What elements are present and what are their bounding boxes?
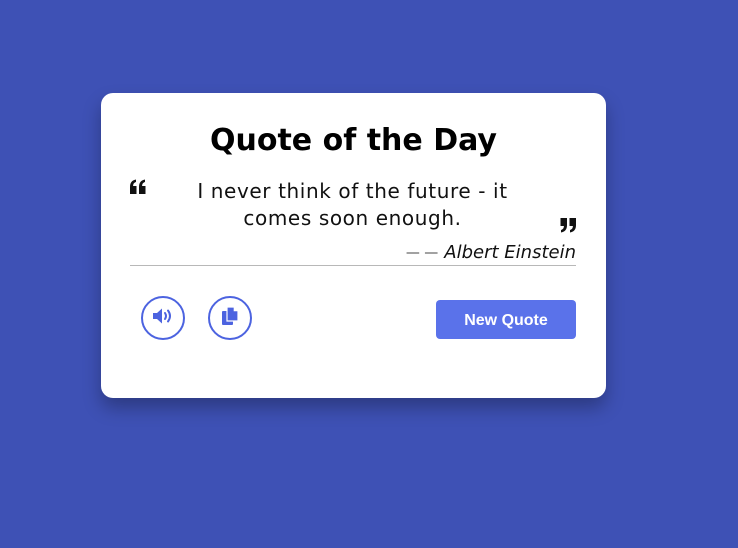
quote-card: Quote of the Day I never think of the fu… bbox=[101, 93, 606, 398]
quote-text: I never think of the future - it comes s… bbox=[197, 179, 508, 230]
author-dashes: — — bbox=[405, 245, 439, 261]
new-quote-button[interactable]: New Quote bbox=[436, 300, 576, 339]
speak-button[interactable] bbox=[141, 296, 185, 340]
page-title: Quote of the Day bbox=[210, 123, 497, 158]
quote-right-icon bbox=[559, 217, 577, 233]
copy-button[interactable] bbox=[208, 296, 252, 340]
quote-left-icon bbox=[129, 179, 147, 195]
author-name: Albert Einstein bbox=[444, 242, 576, 263]
copy-icon bbox=[221, 306, 239, 330]
volume-up-icon bbox=[152, 307, 174, 329]
author-row: — — Albert Einstein bbox=[130, 243, 576, 266]
